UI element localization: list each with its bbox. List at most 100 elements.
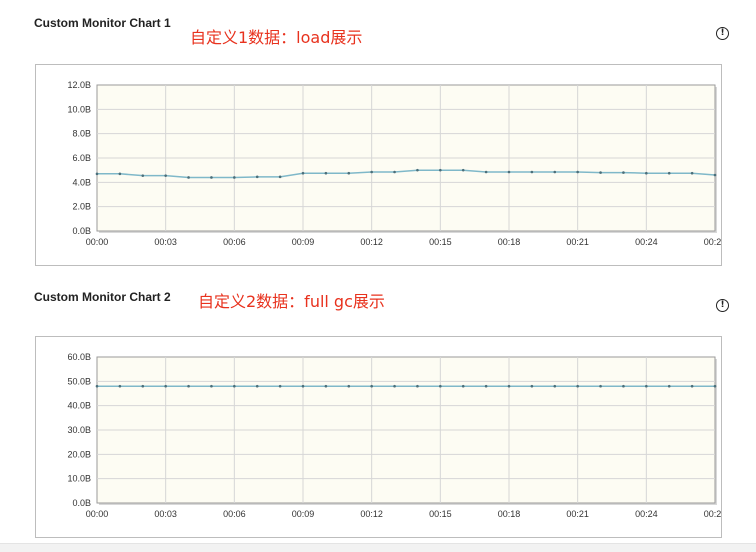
data-point	[370, 170, 373, 174]
data-point	[645, 384, 648, 388]
y-tick-label: 2.0B	[72, 202, 91, 212]
y-tick-label: 50.0B	[67, 376, 91, 386]
data-point	[622, 384, 625, 388]
data-point	[370, 384, 373, 388]
x-tick-label: 00:12	[360, 509, 383, 519]
data-point	[187, 384, 190, 388]
data-point	[255, 175, 259, 179]
x-tick-label: 00:12	[360, 237, 383, 247]
data-point	[645, 171, 648, 175]
data-point	[713, 173, 717, 177]
data-point	[507, 384, 511, 388]
data-point	[187, 176, 190, 179]
x-tick-label: 00:06	[223, 237, 246, 247]
x-tick-label: 00:21	[566, 237, 589, 247]
data-point	[484, 384, 488, 388]
y-tick-label: 4.0B	[72, 177, 91, 187]
x-tick-label: 00:09	[292, 237, 315, 247]
chart-1-plot: 0.0B 2.0B 4.0B 6.0B 8.0B 10.0B 12.0B 00:00 00:03…	[67, 80, 726, 247]
data-point	[690, 171, 694, 175]
x-tick-label: 00:27	[704, 237, 721, 247]
x-tick-label: 00:15	[429, 237, 452, 247]
data-point	[461, 384, 465, 388]
info-icon[interactable]: !	[716, 299, 729, 312]
data-point	[576, 170, 579, 174]
data-point	[164, 174, 167, 177]
data-point	[347, 171, 351, 175]
data-point	[301, 171, 305, 175]
chart-2-section: Custom Monitor Chart 2 自定义2数据：full gc展示 …	[0, 280, 756, 545]
y-tick-label: 0.0B	[72, 498, 91, 508]
data-point	[484, 170, 488, 174]
chart-1-title: Custom Monitor Chart 1	[34, 16, 171, 30]
data-point	[576, 384, 579, 388]
data-point	[255, 384, 259, 388]
data-point	[233, 176, 236, 179]
data-point	[210, 384, 213, 388]
data-point	[233, 384, 236, 388]
data-point	[667, 171, 671, 175]
data-point	[461, 168, 465, 172]
y-tick-label: 30.0B	[67, 425, 91, 435]
data-point	[530, 170, 534, 174]
y-tick-label: 60.0B	[67, 352, 91, 362]
data-point	[393, 384, 396, 388]
x-tick-label: 00:21	[566, 509, 589, 519]
y-tick-label: 10.0B	[67, 104, 91, 114]
data-point	[324, 171, 328, 175]
data-point	[553, 170, 557, 174]
data-point	[278, 175, 282, 179]
data-point	[118, 384, 122, 388]
x-tick-label: 00:15	[429, 509, 452, 519]
data-point	[141, 174, 145, 177]
data-point	[599, 384, 602, 388]
y-tick-label: 40.0B	[67, 401, 91, 411]
x-tick-label: 00:03	[154, 237, 177, 247]
x-tick-label: 00:00	[86, 509, 109, 519]
data-point	[416, 384, 419, 388]
info-icon[interactable]: !	[716, 27, 729, 40]
x-tick-label: 00:09	[292, 509, 315, 519]
chart-1-section: Custom Monitor Chart 1 自定义1数据：load展示 ! 0…	[0, 0, 756, 270]
y-tick-label: 6.0B	[72, 153, 91, 163]
data-point	[416, 168, 419, 172]
data-point	[622, 171, 625, 174]
data-point	[278, 384, 282, 388]
data-point	[347, 384, 351, 388]
y-tick-label: 12.0B	[67, 80, 91, 90]
data-point	[553, 384, 557, 388]
chart-1-frame: 0.0B 2.0B 4.0B 6.0B 8.0B 10.0B 12.0B 00:00 00:03…	[35, 64, 726, 266]
y-tick-label: 0.0B	[72, 226, 91, 236]
x-tick-label: 00:24	[635, 509, 658, 519]
data-point	[393, 170, 396, 174]
chart-1-annotation: 自定义1数据：load展示	[190, 28, 363, 47]
data-point	[95, 172, 99, 176]
x-tick-label: 00:18	[498, 509, 521, 519]
data-point	[667, 384, 671, 388]
y-tick-label: 20.0B	[67, 449, 91, 459]
data-point	[210, 176, 213, 179]
chart-2-annotation: 自定义2数据：full gc展示	[198, 292, 385, 311]
y-tick-label: 10.0B	[67, 474, 91, 484]
data-point	[301, 384, 305, 388]
data-point	[164, 384, 167, 388]
x-tick-label: 00:00	[86, 237, 109, 247]
x-tick-label: 00:18	[498, 237, 521, 247]
data-point	[713, 384, 717, 388]
data-point	[118, 172, 122, 176]
x-tick-label: 00:03	[154, 509, 177, 519]
x-tick-label: 00:24	[635, 237, 658, 247]
data-point	[599, 171, 602, 174]
data-point	[439, 168, 442, 172]
data-point	[530, 384, 534, 388]
data-point	[141, 384, 145, 388]
data-point	[324, 384, 328, 388]
data-point	[507, 170, 511, 174]
chart-2-frame: 0.0B 10.0B 20.0B 30.0B 40.0B 50.0B 60.0B 00:00 0…	[35, 336, 726, 538]
y-tick-label: 8.0B	[72, 129, 91, 139]
x-tick-label: 00:06	[223, 509, 246, 519]
data-point	[95, 384, 99, 388]
data-point	[690, 384, 694, 388]
chart-2-plot: 0.0B 10.0B 20.0B 30.0B 40.0B 50.0B 60.0B 00:00 0…	[67, 352, 726, 519]
chart-2-title: Custom Monitor Chart 2	[34, 290, 171, 304]
